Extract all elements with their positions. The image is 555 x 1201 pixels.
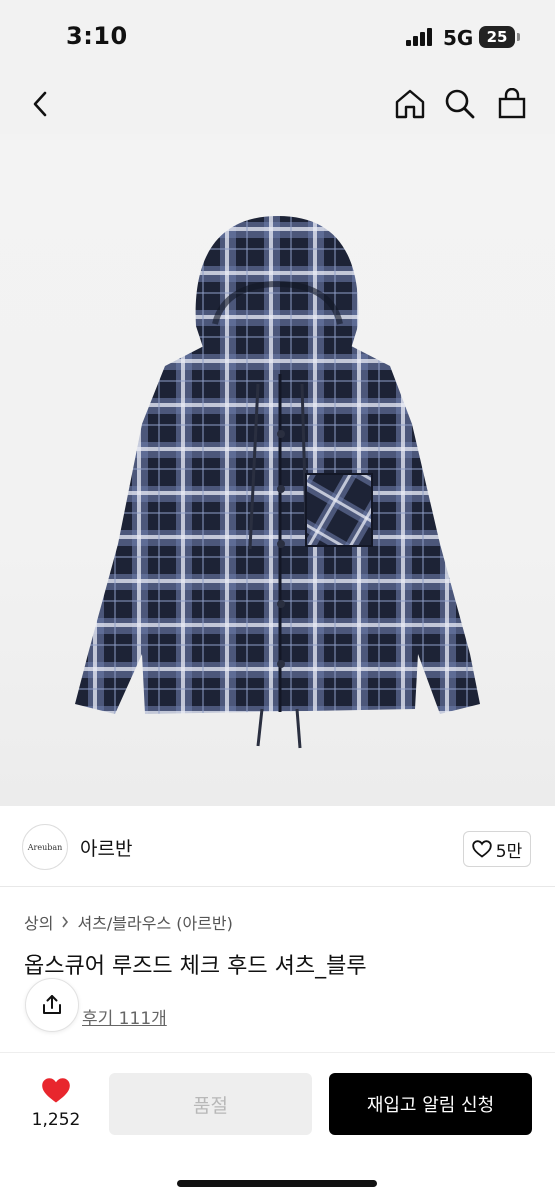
wishlist-button[interactable]: 1,252 (24, 1077, 88, 1130)
breadcrumb: 상의 셔츠/블라우스 (아르반) (24, 910, 233, 934)
restock-notify-button[interactable]: 재입고 알림 신청 (329, 1073, 532, 1135)
top-nav (0, 76, 555, 134)
product-title: 옵스큐어 루즈드 체크 후드 셔츠_블루 (24, 954, 367, 979)
share-button[interactable] (25, 978, 79, 1032)
status-bar: 3:10 5G 25 (0, 0, 555, 76)
plaid-hoodie-shirt-image (75, 216, 480, 749)
bottom-action-bar: 1,252 품절 재입고 알림 신청 (0, 1052, 555, 1201)
chevron-right-icon (62, 916, 69, 928)
brand-row: Areuban 아르반 5만 (0, 806, 555, 887)
shopping-bag-icon[interactable] (494, 86, 530, 122)
chevron-left-icon[interactable] (22, 86, 58, 122)
share-icon (43, 995, 61, 1014)
brand-name[interactable]: 아르반 (80, 834, 132, 861)
brand-like-count: 5만 (495, 841, 523, 862)
soldout-button: 품절 (109, 1073, 312, 1135)
wishlist-count: 1,252 (31, 1110, 81, 1130)
search-icon[interactable] (442, 86, 478, 122)
breadcrumb-level2[interactable]: 셔츠/블라우스 (아르반) (77, 910, 232, 934)
breadcrumb-level1[interactable]: 상의 (24, 910, 53, 934)
network-type: 5G (443, 26, 474, 50)
heart-outline-icon (472, 840, 492, 858)
home-indicator (177, 1180, 377, 1187)
review-link[interactable]: 후기 111개 (82, 1004, 167, 1029)
heart-filled-icon (42, 1078, 70, 1103)
product-image[interactable] (0, 134, 555, 806)
battery-tip (517, 33, 520, 41)
brand-logo[interactable]: Areuban (22, 824, 68, 870)
home-icon[interactable] (392, 86, 428, 122)
status-time: 3:10 (66, 22, 128, 50)
brand-like-button[interactable]: 5만 (463, 831, 531, 867)
signal-icon (406, 28, 432, 46)
battery-icon: 25 (479, 26, 515, 48)
